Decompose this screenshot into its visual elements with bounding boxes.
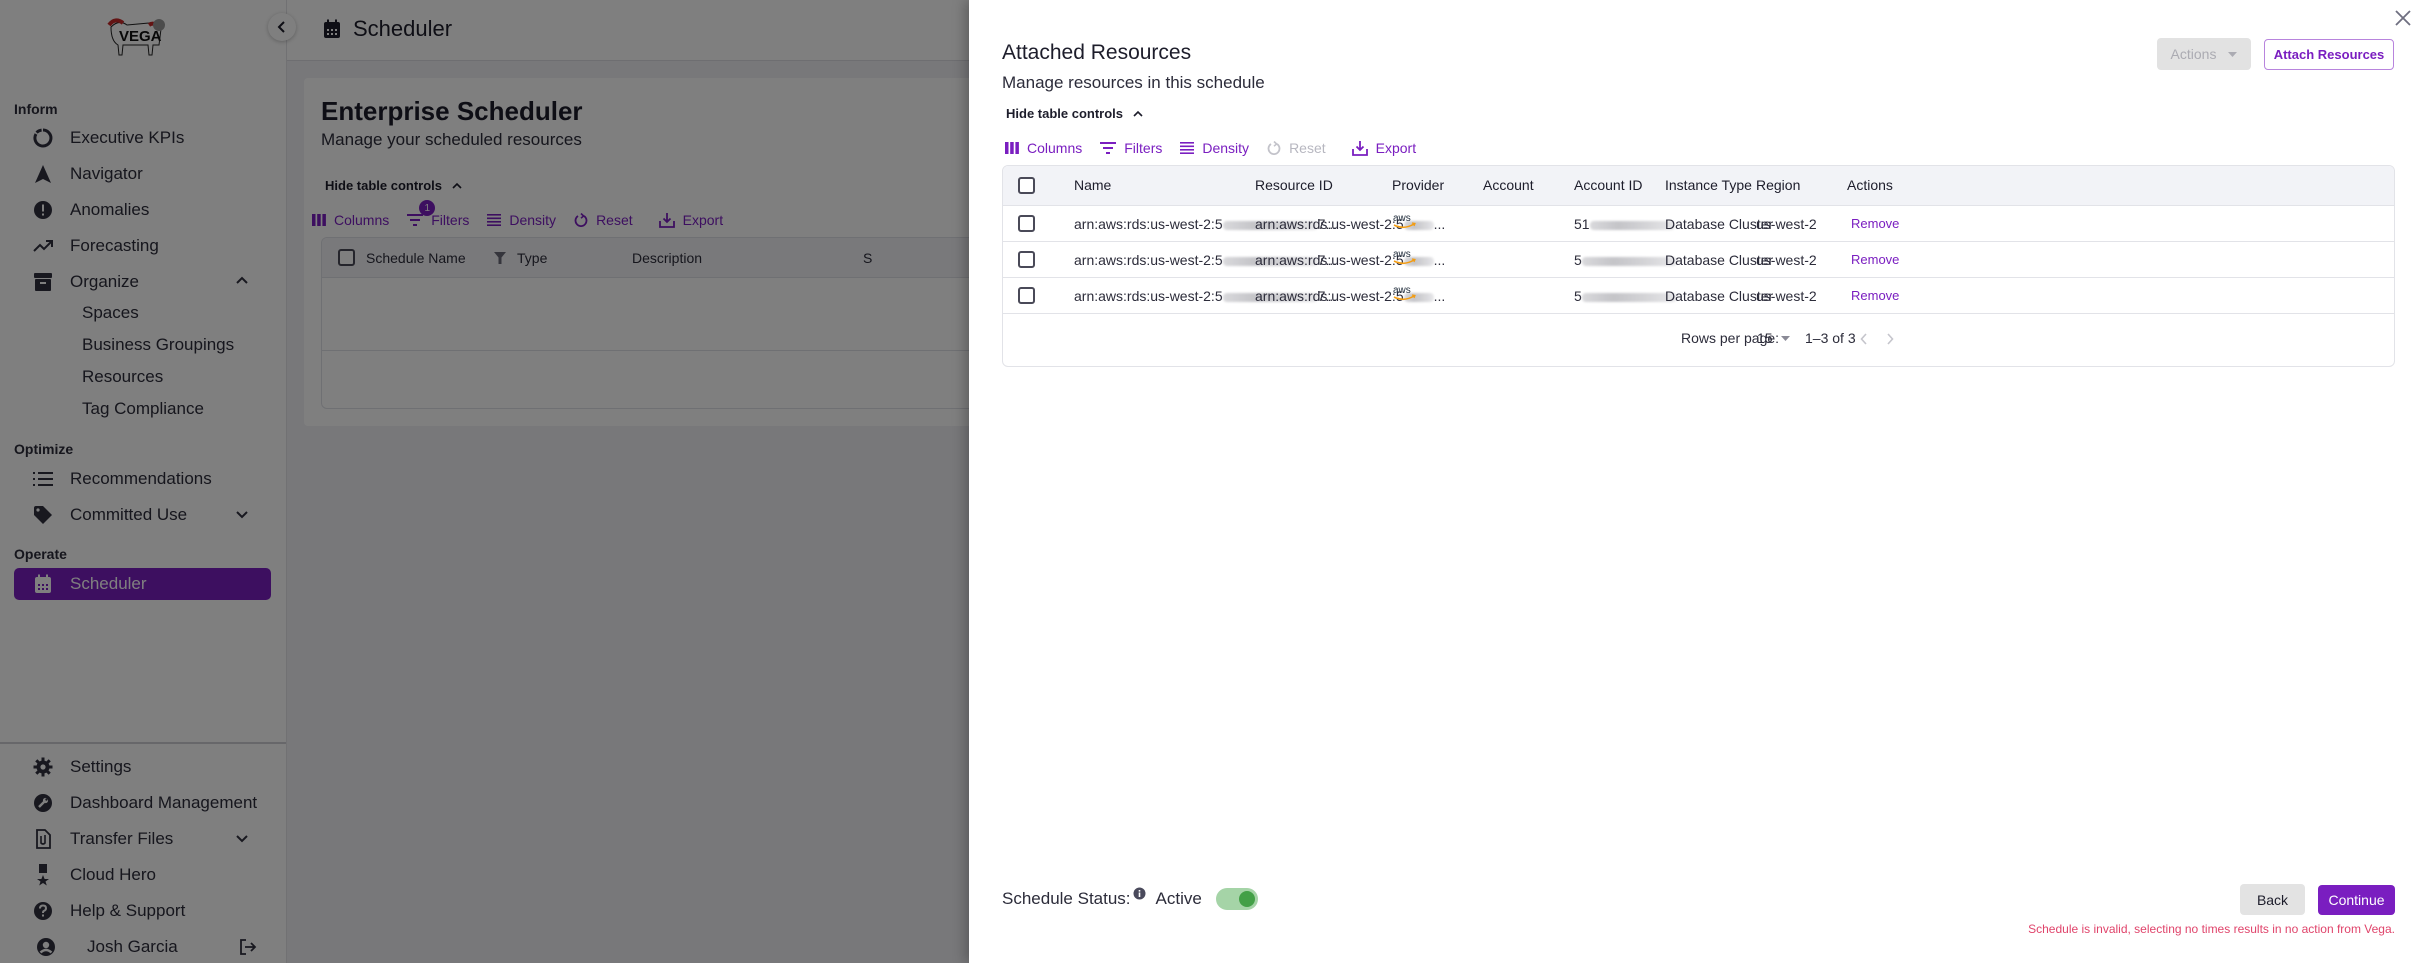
density-label: Density [1202,140,1250,156]
drawer-subtitle: Manage resources in this schedule [1002,73,1265,92]
download-icon [1351,140,1368,156]
columns-label: Columns [1027,140,1083,156]
remove-link[interactable]: Remove [1851,252,1899,267]
aws-logo-icon: aws [1392,283,1418,306]
rows-per-page-select[interactable]: 15 [1757,330,1790,346]
reset-label: Reset [1289,140,1326,156]
select-all-checkbox[interactable] [1018,177,1035,194]
remove-link[interactable]: Remove [1851,288,1899,303]
schedule-status-toggle[interactable] [1215,888,1258,910]
column-header-region[interactable]: Region [1756,177,1800,193]
reset-button[interactable]: Reset [1267,140,1326,156]
schedule-status-label: Schedule Status: [1002,889,1131,908]
filters-label: Filters [1124,140,1163,156]
filters-button[interactable]: Filters [1100,140,1162,156]
cell-region: us-west-2 [1756,216,1817,232]
columns-button[interactable]: Columns [1005,140,1082,156]
svg-text:aws: aws [1393,285,1411,296]
column-header-resource-id[interactable]: Resource ID [1255,177,1333,193]
remove-link[interactable]: Remove [1851,216,1899,231]
aws-logo-icon: aws [1392,247,1418,270]
drawer-title: Attached Resources [1002,41,1192,64]
table-row[interactable]: arn:aws:rds:us-west-2:5 7... arn:aws:rds:… [1003,278,2394,314]
schedule-error-message: Schedule is invalid, selecting no times … [2028,922,2395,936]
cell-region: us-west-2 [1756,288,1817,304]
schedule-status-value: Active [1155,889,1202,908]
attach-resources-button[interactable]: Attach Resources [2264,39,2394,70]
table-header: Name Resource ID Provider Account Accoun… [1003,166,2394,206]
column-header-account[interactable]: Account [1483,177,1534,193]
reset-icon [1267,141,1281,155]
back-button[interactable]: Back [2240,884,2305,915]
drawer-table-toolbar: Columns Filters Density Reset Export [1005,140,1434,156]
continue-button[interactable]: Continue [2318,885,2395,915]
table-row[interactable]: arn:aws:rds:us-west-2:5 7... arn:aws:rds:… [1003,206,2394,242]
column-header-provider[interactable]: Provider [1392,177,1444,193]
cell-account-id: 5 [1574,288,1677,304]
export-label: Export [1375,140,1417,156]
info-icon[interactable] [1133,887,1146,900]
svg-text:aws: aws [1393,249,1411,260]
hide-table-controls-toggle[interactable]: Hide table controls [1006,106,1143,121]
row-checkbox[interactable] [1018,251,1035,268]
caret-down-icon [2228,51,2238,57]
density-icon [1180,142,1195,154]
columns-icon [1005,142,1019,154]
svg-text:aws: aws [1393,213,1411,224]
hide-table-controls-label: Hide table controls [1006,106,1124,121]
attached-resources-drawer: Attached Resources Manage resources in t… [969,0,2419,963]
cell-account-id: 5 [1574,252,1677,268]
column-header-account-id[interactable]: Account ID [1574,177,1642,193]
pagination-range: 1–3 of 3 [1805,330,1856,346]
attached-resources-table: Name Resource ID Provider Account Accoun… [1002,165,2395,367]
aws-logo-icon: aws [1392,211,1418,234]
column-header-instance-type[interactable]: Instance Type [1665,177,1752,193]
schedule-status: Schedule Status: Active [1002,887,1258,910]
row-checkbox[interactable] [1018,287,1035,304]
rows-per-page-value: 15 [1757,330,1773,346]
close-icon[interactable] [2393,8,2413,28]
filter-lines-icon [1100,142,1117,154]
actions-label: Actions [2170,46,2217,62]
cell-account-id: 51 [1574,216,1675,232]
actions-dropdown-button[interactable]: Actions [2157,38,2251,70]
next-page-icon[interactable] [1886,333,1894,345]
row-checkbox[interactable] [1018,215,1035,232]
modal-backdrop[interactable] [0,0,969,963]
table-row[interactable]: arn:aws:rds:us-west-2:5 7... arn:aws:rds:… [1003,242,2394,278]
column-header-actions: Actions [1847,177,1893,193]
density-button[interactable]: Density [1180,140,1249,156]
column-header-name[interactable]: Name [1074,177,1111,193]
toggle-knob [1238,891,1255,907]
previous-page-icon[interactable] [1860,333,1868,345]
chevron-up-icon [1133,110,1143,117]
export-button[interactable]: Export [1351,140,1417,156]
table-pagination: Rows per page: 15 1–3 of 3 [1003,314,2394,366]
caret-down-icon [1780,335,1790,341]
cell-region: us-west-2 [1756,252,1817,268]
